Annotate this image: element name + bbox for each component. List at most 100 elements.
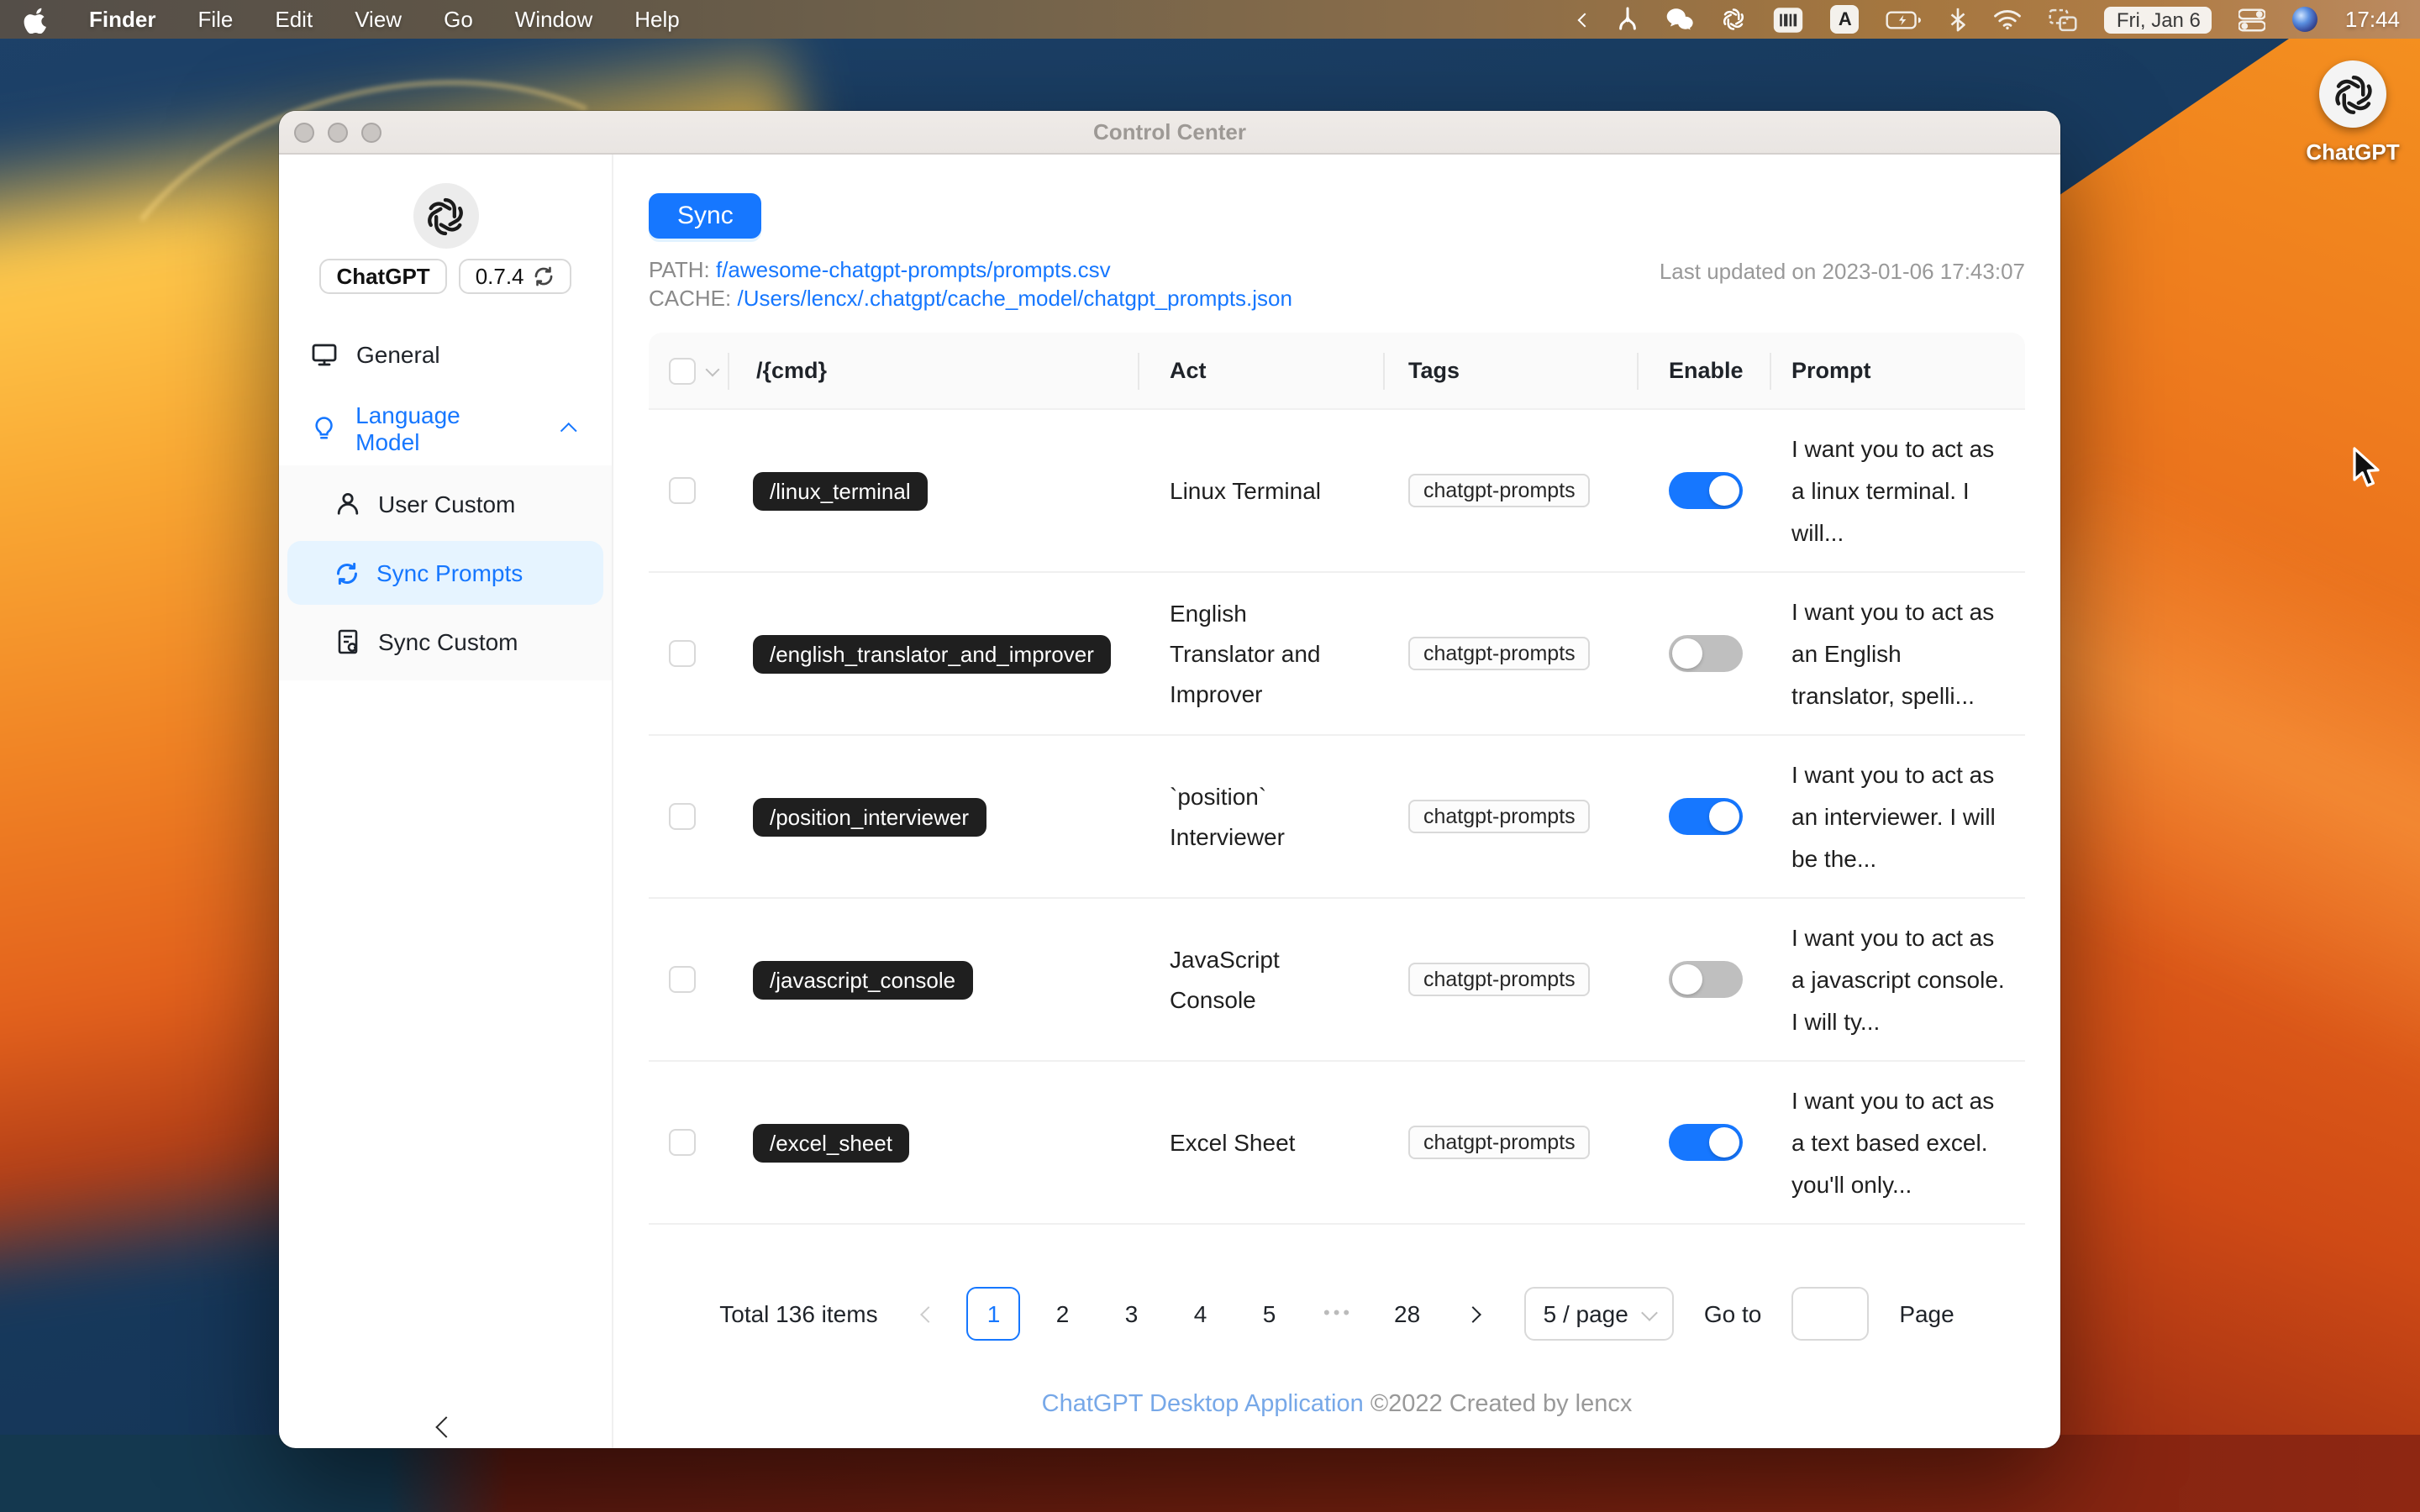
sync-icon xyxy=(334,560,360,585)
version-badge[interactable]: 0.7.4 xyxy=(458,259,571,294)
menu-item-go[interactable]: Go xyxy=(444,7,473,32)
row-checkbox[interactable] xyxy=(669,1129,696,1156)
table-header-row: /{cmd} Act Tags Enable Prompt xyxy=(649,333,2025,410)
last-updated-text: Last updated on 2023-01-06 17:43:07 xyxy=(1659,259,2025,284)
prompt-cell: I want you to act as an interviewer. I w… xyxy=(1791,760,1996,871)
menu-time: 17:44 xyxy=(2344,7,2400,32)
header-act: Act xyxy=(1139,333,1385,408)
monitor-icon xyxy=(312,344,337,366)
cmd-chip: /excel_sheet xyxy=(753,1123,909,1162)
chevron-up-icon xyxy=(560,423,577,439)
cmd-chip: /linux_terminal xyxy=(753,471,928,510)
sidebar-item-sync-prompts[interactable]: Sync Prompts xyxy=(287,541,603,605)
tag-chip: chatgpt-prompts xyxy=(1408,800,1591,833)
wifi-icon[interactable] xyxy=(1994,6,2023,33)
tag-chip: chatgpt-prompts xyxy=(1408,1126,1591,1159)
tag-chip: chatgpt-prompts xyxy=(1408,637,1591,670)
mouse-cursor xyxy=(2353,447,2380,487)
enable-toggle[interactable] xyxy=(1669,798,1743,835)
row-checkbox[interactable] xyxy=(669,640,696,667)
bulb-icon xyxy=(315,417,333,439)
bluetooth-icon[interactable] xyxy=(1950,6,1967,33)
prompt-cell: I want you to act as an English translat… xyxy=(1791,597,1995,708)
sidebar-item-language-model[interactable]: Language Model xyxy=(279,391,612,465)
menu-item-finder[interactable]: Finder xyxy=(89,7,155,32)
chatgpt-desktop-icon[interactable]: ChatGPT xyxy=(2282,60,2420,165)
app-name-badge[interactable]: ChatGPT xyxy=(319,259,447,294)
menu-item-edit[interactable]: Edit xyxy=(275,7,313,32)
table-row: /javascript_console JavaScript Console c… xyxy=(649,899,2025,1062)
sidebar-collapse-button[interactable] xyxy=(279,1416,612,1438)
select-all-checkbox[interactable] xyxy=(669,357,696,384)
page-4-button[interactable]: 4 xyxy=(1174,1287,1228,1341)
menu-item-view[interactable]: View xyxy=(355,7,402,32)
sidebar-item-sync-custom[interactable]: Sync Custom xyxy=(279,605,612,679)
chatgpt-app-logo xyxy=(2319,60,2386,128)
siri-icon[interactable] xyxy=(2292,7,2318,32)
page-size-select[interactable]: 5 / page xyxy=(1524,1287,1674,1341)
menu-item-window[interactable]: Window xyxy=(515,7,593,32)
app-footer-link[interactable]: ChatGPT Desktop Application xyxy=(1042,1391,1364,1418)
language-model-submenu: User Custom Sync Prompts Sync Custom xyxy=(279,465,612,680)
header-cmd: /{cmd} xyxy=(729,333,1139,408)
path-link[interactable]: f/awesome-chatgpt-prompts/prompts.csv xyxy=(716,257,1111,282)
row-checkbox[interactable] xyxy=(669,477,696,504)
control-center-window: Control Center ChatGPT 0.7.4 General Lan… xyxy=(279,111,2060,1448)
sidebar-item-general[interactable]: General xyxy=(279,318,612,391)
prev-page-button[interactable] xyxy=(905,1287,952,1341)
row-checkbox[interactable] xyxy=(669,966,696,993)
branch-status-icon[interactable] xyxy=(1618,6,1639,33)
next-page-button[interactable] xyxy=(1449,1287,1497,1341)
openai-status-icon[interactable] xyxy=(1722,6,1747,33)
chevron-left-icon xyxy=(434,1416,456,1438)
cache-link[interactable]: /Users/lencx/.chatgpt/cache_model/chatgp… xyxy=(738,286,1292,311)
sidebar: ChatGPT 0.7.4 General Language Model Use… xyxy=(279,155,613,1448)
screen: Finder File Edit View Go Window Help A F… xyxy=(0,0,2420,1512)
sidebar-item-user-custom[interactable]: User Custom xyxy=(279,467,612,541)
prompt-cell: I want you to act as a text based excel.… xyxy=(1791,1086,1995,1197)
screen-mirroring-icon[interactable] xyxy=(2049,6,2078,33)
row-checkbox[interactable] xyxy=(669,803,696,830)
input-method-icon[interactable]: A xyxy=(1830,5,1860,34)
goto-page-input[interactable] xyxy=(1791,1287,1870,1341)
user-icon xyxy=(337,493,359,515)
act-cell: Linux Terminal xyxy=(1170,477,1322,504)
chevron-left-icon[interactable] xyxy=(1578,6,1593,33)
page-ellipsis[interactable]: ••• xyxy=(1312,1287,1365,1341)
sync-button[interactable]: Sync xyxy=(649,193,762,239)
page-28-button[interactable]: 28 xyxy=(1381,1287,1434,1341)
enable-toggle[interactable] xyxy=(1669,635,1743,672)
prompts-table: /{cmd} Act Tags Enable Prompt /linux_ter… xyxy=(649,333,2025,1225)
enable-toggle[interactable] xyxy=(1669,961,1743,998)
enable-toggle[interactable] xyxy=(1669,1124,1743,1161)
tag-chip: chatgpt-prompts xyxy=(1408,474,1591,507)
refresh-icon xyxy=(533,265,555,287)
path-line: PATH: f/awesome-chatgpt-prompts/prompts.… xyxy=(649,257,1111,282)
page-2-button[interactable]: 2 xyxy=(1036,1287,1090,1341)
enable-toggle[interactable] xyxy=(1669,472,1743,509)
page-5-button[interactable]: 5 xyxy=(1243,1287,1297,1341)
page-3-button[interactable]: 3 xyxy=(1105,1287,1159,1341)
act-cell: JavaScript Console xyxy=(1170,946,1280,1013)
pagination: Total 136 items 1 2 3 4 5 ••• 28 5 / pag… xyxy=(649,1287,2025,1341)
goto-label: Go to xyxy=(1703,1300,1762,1327)
menu-bar: Finder File Edit View Go Window Help A F… xyxy=(0,0,2420,39)
menu-item-help[interactable]: Help xyxy=(634,7,680,32)
page-label: Page xyxy=(1899,1300,1954,1327)
selection-menu-chevron-icon[interactable] xyxy=(705,361,720,376)
menu-date[interactable]: Fri, Jan 6 xyxy=(2104,6,2212,33)
act-cell: Excel Sheet xyxy=(1170,1129,1296,1156)
apple-menu-icon[interactable] xyxy=(24,6,47,33)
cmd-chip: /position_interviewer xyxy=(753,797,986,836)
window-footer: ChatGPT Desktop Application ©2022 Create… xyxy=(649,1391,2025,1418)
page-1-button[interactable]: 1 xyxy=(966,1287,1021,1341)
window-titlebar[interactable]: Control Center xyxy=(279,111,2060,155)
wechat-icon[interactable] xyxy=(1666,6,1695,33)
control-center-icon[interactable] xyxy=(2238,6,2266,33)
menu-item-file[interactable]: File xyxy=(197,7,233,32)
act-cell: `position` Interviewer xyxy=(1170,783,1285,850)
header-prompt: Prompt xyxy=(1791,358,1871,383)
battery-icon[interactable] xyxy=(1886,6,1923,33)
chatgpt-icon-label: ChatGPT xyxy=(2306,139,2400,165)
barcode-status-icon[interactable] xyxy=(1774,6,1804,33)
